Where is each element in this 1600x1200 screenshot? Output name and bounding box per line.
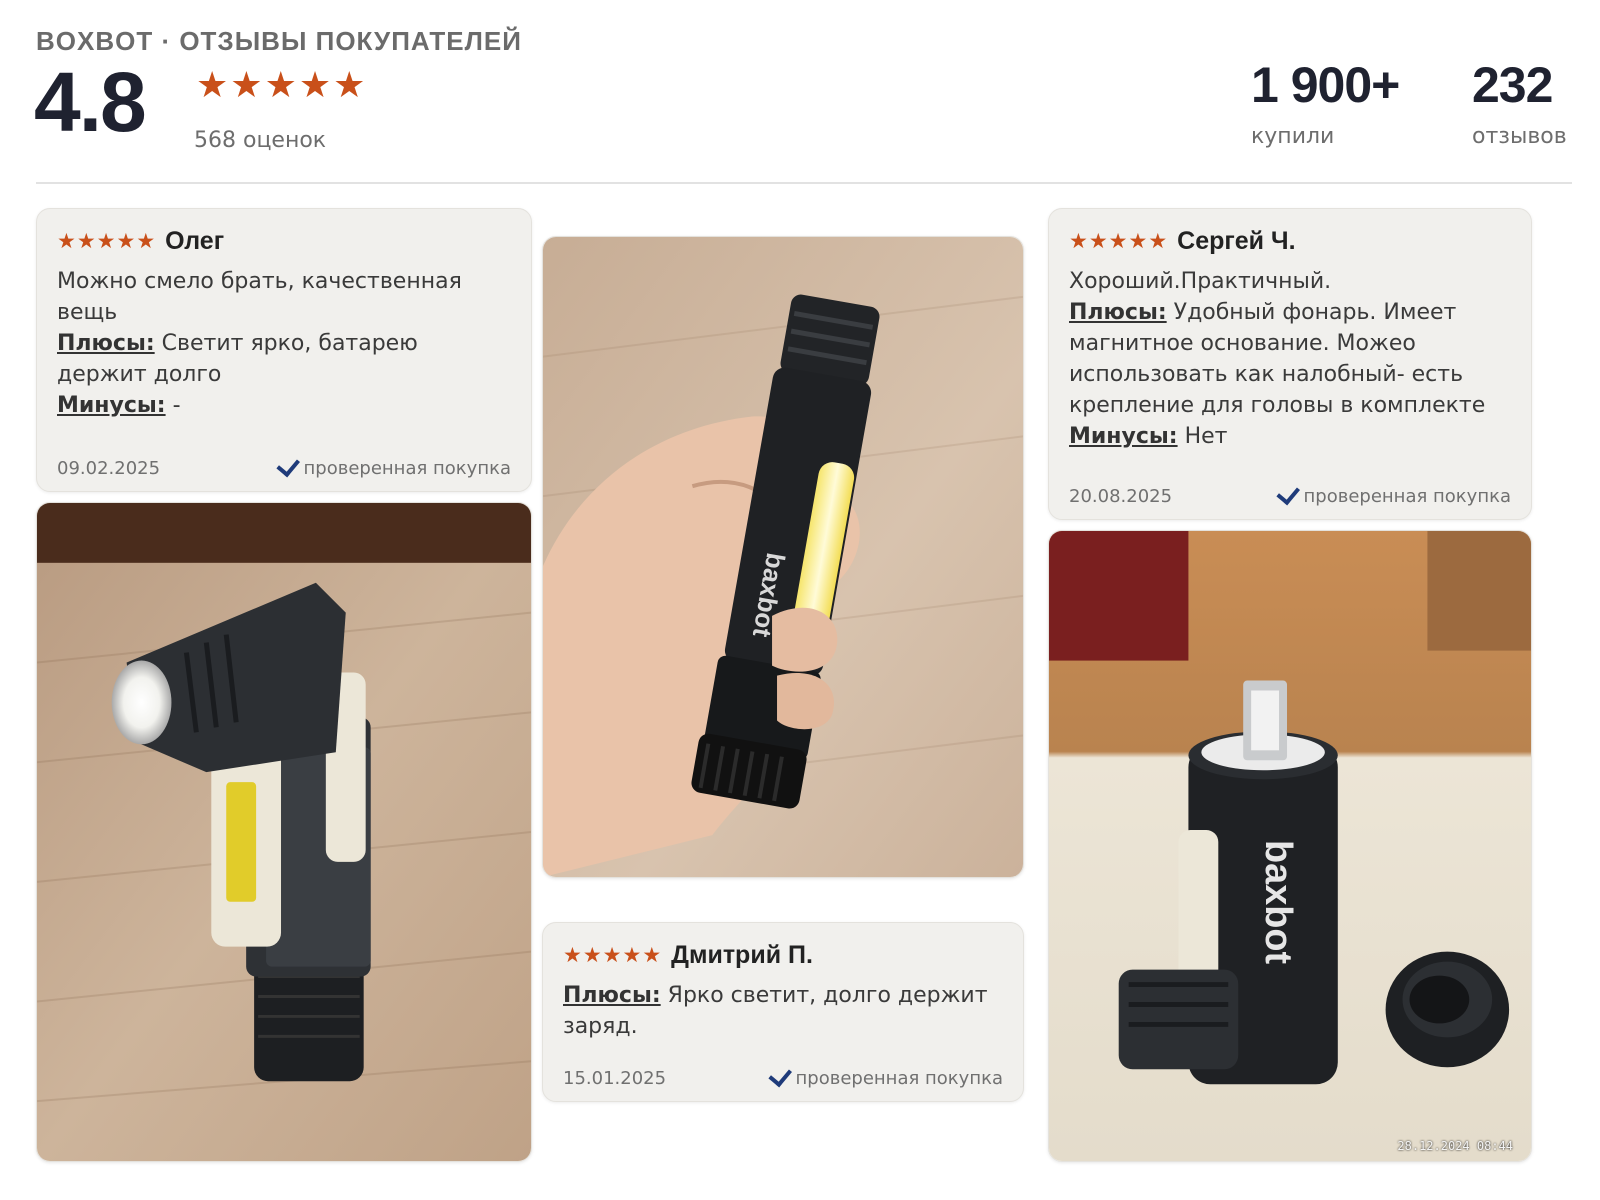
star-icon: ★	[1128, 229, 1148, 253]
flashlight-usb-image: baxbot	[1049, 531, 1531, 1161]
stat-reviews-value: 232	[1472, 57, 1553, 113]
star-icon: ★	[136, 229, 156, 253]
average-rating: 4.8	[34, 55, 147, 149]
stat-bought-value: 1 900+	[1251, 57, 1400, 113]
verified-label: проверенная покупка	[1303, 486, 1511, 507]
review-stars: ★ ★ ★ ★ ★	[57, 231, 155, 252]
pros-label: Плюсы:	[563, 983, 661, 1008]
star-icon: ★	[196, 65, 229, 106]
pros-label: Плюсы:	[1069, 300, 1167, 325]
check-icon	[1275, 480, 1300, 505]
verified-badge: проверенная покупка	[275, 452, 511, 479]
review-body: Плюсы: Ярко светит, долго держит заряд.	[563, 980, 1003, 1042]
verified-label: проверенная покупка	[795, 1068, 1003, 1089]
review-stars: ★ ★ ★ ★ ★	[1069, 231, 1167, 252]
check-icon	[767, 1062, 792, 1087]
flashlight-angled-image	[37, 503, 531, 1161]
star-icon: ★	[1108, 229, 1128, 253]
star-icon: ★	[582, 943, 602, 967]
header-divider	[36, 182, 1572, 184]
review-body: Хороший.Практичный. Плюсы: Удобный фонар…	[1069, 266, 1511, 452]
check-icon	[275, 452, 300, 477]
star-icon: ★	[264, 65, 297, 106]
cons-text: Нет	[1184, 424, 1228, 449]
review-text: Хороший.Практичный.	[1069, 269, 1332, 294]
star-icon: ★	[57, 229, 76, 253]
review-photo-flashlight-in-hand[interactable]: baxbot	[542, 236, 1024, 878]
star-icon: ★	[642, 943, 662, 967]
review-card-oleg[interactable]: ★ ★ ★ ★ ★ Олег Можно смело брать, качест…	[36, 208, 532, 492]
star-icon: ★	[1148, 229, 1168, 253]
review-body: Можно смело брать, качественная вещь Плю…	[57, 266, 511, 421]
reviewer-name: Олег	[165, 227, 225, 255]
star-icon: ★	[622, 943, 642, 967]
star-icon: ★	[1088, 229, 1108, 253]
star-icon: ★	[1069, 229, 1088, 253]
star-icon: ★	[116, 229, 136, 253]
review-text: Можно смело брать, качественная вещь	[57, 269, 462, 325]
verified-badge: проверенная покупка	[1275, 480, 1511, 507]
review-stars: ★ ★ ★ ★ ★	[563, 945, 661, 966]
verified-label: проверенная покупка	[303, 458, 511, 479]
verified-badge: проверенная покупка	[767, 1062, 1003, 1089]
star-icon: ★	[230, 65, 263, 106]
review-date: 09.02.2025	[57, 458, 161, 479]
cons-label: Минусы:	[57, 393, 166, 418]
star-icon: ★	[333, 65, 366, 106]
cons-label: Минусы:	[1069, 424, 1178, 449]
review-date: 15.01.2025	[563, 1068, 667, 1089]
star-icon: ★	[298, 65, 332, 106]
rating-stars: ★ ★ ★ ★ ★	[196, 68, 365, 104]
device-brand-label: baxbot	[1257, 840, 1299, 965]
star-icon: ★	[96, 229, 116, 253]
star-icon: ★	[76, 229, 96, 253]
reviews-header: BOXBOT · ОТЗЫВЫ ПОКУПАТЕЛЕЙ 4.8 ★ ★ ★ ★ …	[34, 24, 1572, 184]
brand-title: BOXBOT · ОТЗЫВЫ ПОКУПАТЕЛЕЙ	[36, 26, 522, 56]
star-icon: ★	[602, 943, 622, 967]
cons-text: -	[172, 393, 181, 418]
review-card-sergey[interactable]: ★ ★ ★ ★ ★ Сергей Ч. Хороший.Практичный. …	[1048, 208, 1532, 520]
flashlight-in-hand-image: baxbot	[543, 237, 1023, 877]
reviewer-name: Дмитрий П.	[671, 941, 813, 969]
pros-label: Плюсы:	[57, 331, 155, 356]
stat-reviews-label: отзывов	[1472, 124, 1567, 149]
review-card-dmitry[interactable]: ★ ★ ★ ★ ★ Дмитрий П. Плюсы: Ярко светит,…	[542, 922, 1024, 1102]
review-photo-flashlight-angled[interactable]	[36, 502, 532, 1162]
stat-bought: 1 900+ купили	[1251, 57, 1400, 149]
reviewer-name: Сергей Ч.	[1177, 227, 1296, 255]
stat-bought-label: купили	[1251, 124, 1335, 149]
photo-timestamp: 28.12.2024 08:44	[1397, 1139, 1513, 1153]
review-photo-flashlight-usb[interactable]: baxbot 28.12.2024 08:44	[1048, 530, 1532, 1162]
review-date: 20.08.2025	[1069, 486, 1173, 507]
rating-count: 568 оценок	[194, 128, 327, 153]
star-icon: ★	[563, 943, 582, 967]
stat-reviews: 232 отзывов	[1472, 60, 1567, 149]
